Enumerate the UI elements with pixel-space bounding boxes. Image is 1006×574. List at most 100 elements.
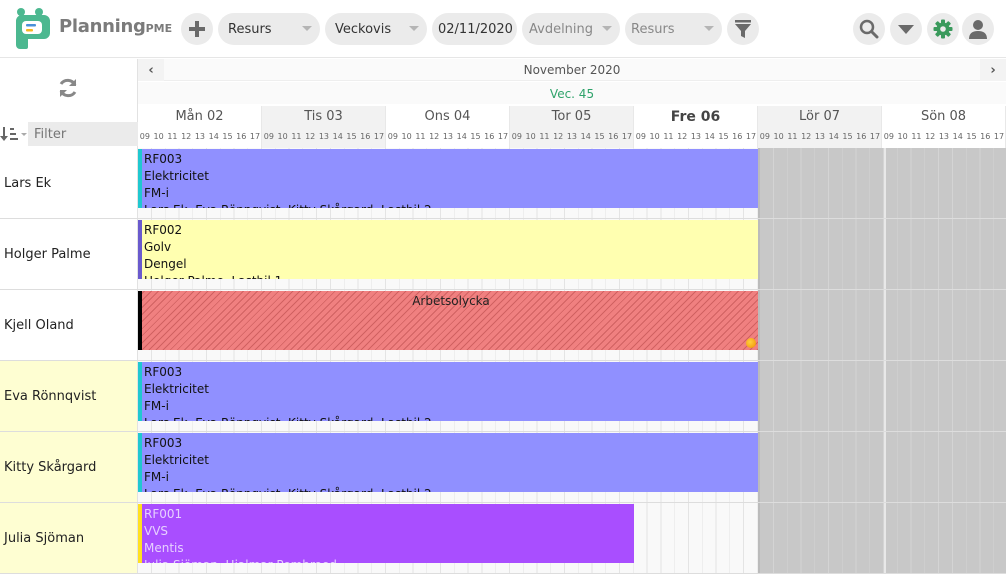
month-label: November 2020: [523, 63, 621, 77]
resource-row: Kitty Skårgard RF003 Elektricitet FM-i Lars …: [0, 432, 1006, 503]
event-color-bar: [138, 362, 142, 421]
hour-labels: 09 10 11 12 13 14 15 16 17: [138, 132, 262, 141]
menu-dropdown-button[interactable]: [890, 13, 922, 45]
event-line: RF003: [144, 365, 183, 379]
hour-label: 11: [415, 132, 426, 141]
hour-label: 11: [663, 132, 674, 141]
hour-label: 13: [814, 132, 826, 141]
date-value: 02/11/2020: [438, 21, 513, 37]
schedule-grid[interactable]: RF003 Elektricitet FM-i Lars Ek, Eva Rönnqv…: [138, 361, 1006, 431]
task-event[interactable]: RF003 Elektricitet FM-i Lars Ek, Eva Rönnqv…: [138, 362, 758, 421]
search-button[interactable]: [853, 13, 885, 45]
chevron-left-icon: ‹: [148, 62, 154, 78]
event-line: Golv: [144, 240, 172, 254]
hour-labels: 09 10 11 12 13 14 15 16 17: [758, 132, 882, 141]
day-header[interactable]: Lör 07 09 10 11 12 13 14 15 16 17: [758, 106, 882, 148]
day-label: Tor 05: [551, 109, 592, 124]
day-header[interactable]: Ons 04 09 10 11 12 13 14 15 16 17: [386, 106, 510, 148]
event-color-bar: [138, 220, 142, 279]
hour-label: 12: [925, 132, 936, 141]
event-line: Lars Ek, Eva Rönnqvist, Kitty Skårgard, …: [144, 415, 758, 421]
chevron-down-icon: [602, 26, 612, 31]
next-button[interactable]: ›: [980, 59, 1006, 81]
task-event[interactable]: RF003 Elektricitet FM-i Lars Ek, Eva Rönnqv…: [138, 433, 758, 492]
search-icon: [859, 19, 879, 39]
hour-label: 17: [621, 132, 633, 141]
hour-labels: 09 10 11 12 13 14 15 16 17: [510, 132, 634, 141]
schedule-grid[interactable]: RF003 Elektricitet FM-i Lars Ek, Eva Rönnqv…: [138, 432, 1006, 502]
hour-label: 14: [580, 132, 591, 141]
period-select-value: Veckovis: [335, 21, 392, 37]
sort-filter-bar: [0, 122, 210, 146]
schedule-grid[interactable]: RF002 Golv Dengel Holger Palme, Lastbil 1: [138, 219, 1006, 289]
day-label: Ons 04: [424, 109, 471, 124]
hour-label: 16: [360, 132, 371, 141]
settings-button[interactable]: [927, 13, 959, 45]
filter-button[interactable]: [727, 13, 759, 45]
absence-event[interactable]: Arbetsolycka: [138, 291, 758, 350]
week-label[interactable]: Vec. 45: [138, 87, 1006, 101]
app-name: PlanningPME: [59, 16, 173, 37]
day-header[interactable]: Sön 08 09 10 11 12 13 14 15 16 17: [882, 106, 1006, 148]
day-divider: [884, 503, 886, 573]
chevron-down-icon: [302, 26, 312, 31]
resource-name[interactable]: Kitty Skårgard: [0, 432, 138, 502]
schedule-grid[interactable]: RF003 Elektricitet FM-i Lars Ek, Eva Rönnqv…: [138, 148, 1006, 218]
period-select[interactable]: Veckovis: [325, 13, 427, 45]
user-icon: [969, 20, 987, 39]
hour-label: 09: [263, 132, 274, 141]
event-line: RF002: [144, 223, 183, 237]
event-line: Julia Sjöman, Hjalmar Pembroed: [144, 557, 634, 563]
resource-name[interactable]: Eva Rönnqvist: [0, 361, 138, 431]
resource-row: Holger Palme RF002 Golv Dengel Holger Palme,…: [0, 219, 1006, 290]
resource-row: Eva Rönnqvist RF003 Elektricitet FM-i Lars E…: [0, 361, 1006, 432]
day-label: Mån 02: [175, 109, 224, 124]
resource-name[interactable]: Lars Ek: [0, 148, 138, 218]
hour-label: 09: [511, 132, 522, 141]
resource-name[interactable]: Julia Sjöman: [0, 503, 138, 573]
hour-label: 09: [139, 132, 150, 141]
hour-label: 16: [484, 132, 495, 141]
view-select[interactable]: Resurs: [218, 13, 320, 45]
day-header[interactable]: Fre 06 09 10 11 12 13 14 15 16 17: [634, 106, 758, 148]
hour-label: 15: [718, 132, 729, 141]
task-event[interactable]: RF002 Golv Dengel Holger Palme, Lastbil 1: [138, 220, 758, 279]
schedule-grid[interactable]: RF001 VVS Mentis Julia Sjöman, Hjalmar Pemb…: [138, 503, 1006, 573]
event-line: Elektricitet: [144, 453, 209, 467]
hour-label: 10: [153, 132, 164, 141]
hour-label: 15: [842, 132, 853, 141]
hour-label: 11: [539, 132, 550, 141]
resource-name[interactable]: Holger Palme: [0, 219, 138, 289]
hour-label: 09: [759, 132, 770, 141]
hour-labels: 09 10 11 12 13 14 15 16 17: [262, 132, 386, 141]
event-line: Holger Palme, Lastbil 1: [144, 273, 758, 279]
hour-label: 16: [608, 132, 619, 141]
resource-name[interactable]: Kjell Oland: [0, 290, 138, 360]
task-event[interactable]: RF003 Elektricitet FM-i Lars Ek, Eva Rönnqv…: [138, 149, 758, 208]
resource-filter-select[interactable]: Resurs: [625, 13, 722, 45]
event-line: FM-i: [144, 470, 169, 484]
hour-label: 10: [897, 132, 908, 141]
day-divider: [884, 361, 886, 431]
refresh-icon[interactable]: [56, 76, 80, 100]
day-header[interactable]: Tis 03 09 10 11 12 13 14 15 16 17: [262, 106, 386, 148]
day-header[interactable]: Tor 05 09 10 11 12 13 14 15 16 17: [510, 106, 634, 148]
event-line: FM-i: [144, 399, 169, 413]
event-color-bar: [138, 149, 142, 208]
plus-icon: [189, 21, 205, 37]
sort-button[interactable]: [0, 122, 28, 146]
user-button[interactable]: [962, 13, 994, 45]
hour-label: 16: [980, 132, 991, 141]
event-color-bar: [138, 291, 142, 350]
date-field[interactable]: 02/11/2020: [432, 13, 517, 45]
schedule-grid[interactable]: Arbetsolycka: [138, 290, 1006, 360]
day-header[interactable]: Mån 02 09 10 11 12 13 14 15 16 17: [138, 106, 262, 148]
event-line: Elektricitet: [144, 169, 209, 183]
previous-button[interactable]: ‹: [138, 59, 164, 81]
task-event[interactable]: RF001 VVS Mentis Julia Sjöman, Hjalmar Pemb…: [138, 504, 634, 563]
hour-label: 17: [497, 132, 509, 141]
department-select[interactable]: Avdelning: [522, 13, 620, 45]
add-button[interactable]: [181, 13, 213, 45]
month-row: November 2020 ‹ ›: [138, 59, 1006, 81]
hour-label: 14: [704, 132, 715, 141]
